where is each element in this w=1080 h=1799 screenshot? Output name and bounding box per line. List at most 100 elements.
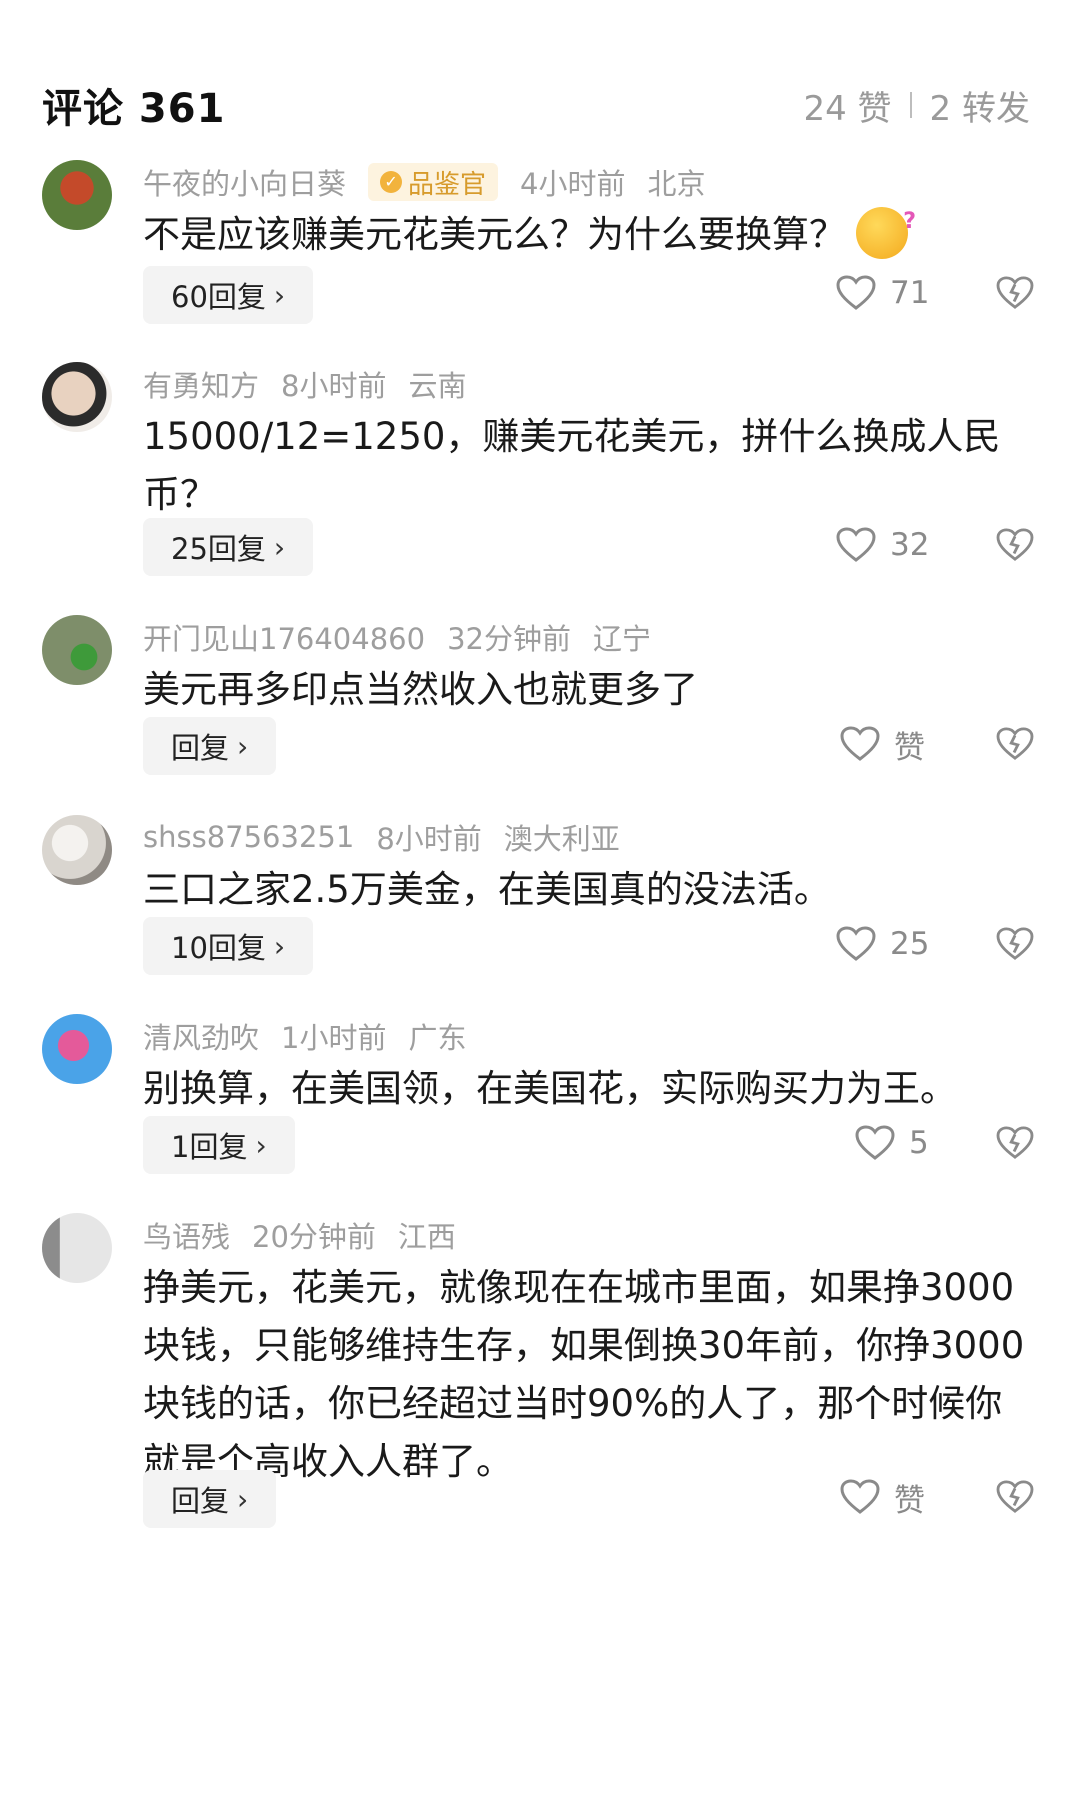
- badge-check-icon: ✓: [380, 171, 403, 193]
- likes-count[interactable]: 24 赞: [803, 81, 891, 130]
- view-replies-button[interactable]: 回复 ›: [143, 717, 277, 775]
- like-count: 25: [890, 926, 930, 962]
- heart-icon: [836, 527, 876, 562]
- comment-item: 鸟语残 20分钟前 江西 挣美元，花美元，就像现在在城市里面，如果挣3000块钱…: [0, 1213, 1080, 1753]
- comment-meta: shss87563251 8小时前 澳大利亚: [143, 817, 620, 857]
- heart-icon: [836, 926, 876, 961]
- chevron-right-icon: ›: [273, 278, 286, 312]
- comment-location: 辽宁: [592, 622, 651, 656]
- dislike-button[interactable]: [993, 1114, 1037, 1172]
- comment-location: 云南: [408, 369, 467, 403]
- comment-location: 江西: [397, 1220, 456, 1254]
- comments-title: 评论 361: [42, 86, 226, 132]
- reply-label: 60回复: [171, 280, 266, 314]
- broken-heart-icon: [996, 727, 1034, 760]
- reply-label: 25回复: [171, 532, 266, 566]
- username[interactable]: 午夜的小向日葵: [143, 161, 346, 203]
- like-button[interactable]: 赞: [840, 1468, 925, 1526]
- comment-location: 北京: [647, 167, 706, 201]
- comment-time: 32分钟前: [447, 622, 571, 656]
- like-button[interactable]: 赞: [840, 715, 925, 773]
- comment-text: 别换算，在美国领，在美国花，实际购买力为王。: [143, 1067, 957, 1110]
- reviewer-badge: ✓ 品鉴官: [368, 163, 499, 201]
- comment-item: 清风劲吹 1小时前 广东 别换算，在美国领，在美国花，实际购买力为王。 1回复 …: [0, 1014, 1080, 1184]
- comment-meta: 有勇知方 8小时前 云南: [143, 364, 466, 404]
- reply-label: 回复: [171, 731, 230, 765]
- chevron-right-icon: ›: [237, 729, 249, 763]
- dislike-button[interactable]: [993, 1468, 1037, 1526]
- dislike-button[interactable]: [993, 264, 1037, 322]
- like-count: 71: [890, 275, 930, 311]
- like-button[interactable]: 71: [836, 264, 929, 322]
- heart-icon: [855, 1125, 895, 1160]
- comment-item: shss87563251 8小时前 澳大利亚 三口之家2.5万美金，在美国真的没…: [0, 815, 1080, 985]
- dislike-button[interactable]: [993, 915, 1037, 973]
- like-count: 赞: [894, 729, 925, 766]
- view-replies-button[interactable]: 10回复 ›: [143, 917, 314, 975]
- chevron-right-icon: ›: [255, 1128, 267, 1162]
- avatar[interactable]: [42, 362, 112, 432]
- comment-location: 广东: [408, 1021, 467, 1055]
- badge-label: 品鉴官: [408, 169, 487, 200]
- comment-text: 美元再多印点当然收入也就更多了: [143, 668, 698, 711]
- comment-item: 开门见山176404860 32分钟前 辽宁 美元再多印点当然收入也就更多了 回…: [0, 615, 1080, 785]
- comment-text: 挣美元，花美元，就像现在在城市里面，如果挣3000块钱，只能够维持生存，如果倒换…: [143, 1266, 1025, 1483]
- avatar[interactable]: [42, 615, 112, 685]
- broken-heart-icon: [996, 927, 1034, 960]
- comment-text: 三口之家2.5万美金，在美国真的没法活。: [143, 868, 831, 911]
- avatar[interactable]: [42, 815, 112, 885]
- view-replies-button[interactable]: 60回复 ›: [143, 266, 314, 324]
- like-button[interactable]: 25: [836, 915, 929, 973]
- username[interactable]: 清风劲吹: [143, 1015, 259, 1057]
- reply-label: 回复: [171, 1484, 230, 1518]
- comment-text: 不是应该赚美元花美元么？为什么要换算？: [143, 193, 1032, 264]
- like-count: 5: [909, 1125, 929, 1161]
- broken-heart-icon: [996, 528, 1034, 561]
- username[interactable]: 开门见山176404860: [143, 616, 425, 658]
- comment-time: 20分钟前: [252, 1220, 376, 1254]
- stats-divider: [909, 92, 912, 118]
- confused-emoji-icon: [856, 193, 916, 259]
- comment-meta: 鸟语残 20分钟前 江西: [143, 1215, 456, 1255]
- comment-text-content: 不是应该赚美元花美元么？为什么要换算？: [143, 213, 846, 256]
- like-button[interactable]: 5: [855, 1114, 929, 1172]
- comment-time: 4小时前: [520, 167, 626, 201]
- like-count: 赞: [894, 1482, 925, 1519]
- comment-text: 15000/12=1250，赚美元花美元，拼什么换成人民币？: [143, 415, 1001, 516]
- shares-count[interactable]: 2 转发: [930, 81, 1030, 130]
- broken-heart-icon: [996, 1126, 1034, 1159]
- broken-heart-icon: [996, 1480, 1034, 1513]
- chevron-right-icon: ›: [273, 530, 286, 564]
- view-replies-button[interactable]: 回复 ›: [143, 1470, 277, 1528]
- broken-heart-icon: [996, 276, 1034, 309]
- comment-meta: 清风劲吹 1小时前 广东: [143, 1016, 466, 1056]
- comments-header: 评论 361 24 赞 2 转发: [42, 80, 1030, 132]
- avatar[interactable]: [42, 160, 112, 230]
- comment-meta: 开门见山176404860 32分钟前 辽宁: [143, 617, 651, 657]
- comment-meta: 午夜的小向日葵 ✓ 品鉴官 4小时前 北京: [143, 162, 706, 202]
- post-stats: 24 赞 2 转发: [803, 81, 1030, 130]
- avatar[interactable]: [42, 1213, 112, 1283]
- like-count: 32: [890, 527, 930, 563]
- dislike-button[interactable]: [993, 516, 1037, 574]
- comment-time: 8小时前: [376, 822, 482, 856]
- view-replies-button[interactable]: 25回复 ›: [143, 518, 314, 576]
- chevron-right-icon: ›: [237, 1482, 249, 1516]
- comment-location: 澳大利亚: [503, 822, 620, 856]
- avatar[interactable]: [42, 1014, 112, 1084]
- comment-item: 有勇知方 8小时前 云南 15000/12=1250，赚美元花美元，拼什么换成人…: [0, 362, 1080, 582]
- comment-time: 8小时前: [281, 369, 387, 403]
- view-replies-button[interactable]: 1回复 ›: [143, 1116, 295, 1174]
- username[interactable]: 有勇知方: [143, 363, 259, 405]
- username[interactable]: shss87563251: [143, 820, 354, 854]
- reply-label: 10回复: [171, 931, 266, 965]
- heart-icon: [836, 275, 876, 310]
- comment-item: 午夜的小向日葵 ✓ 品鉴官 4小时前 北京 不是应该赚美元花美元么？为什么要换算…: [0, 160, 1080, 330]
- username[interactable]: 鸟语残: [143, 1214, 230, 1256]
- heart-icon: [840, 1479, 880, 1514]
- like-button[interactable]: 32: [836, 516, 929, 574]
- chevron-right-icon: ›: [273, 929, 286, 963]
- dislike-button[interactable]: [993, 715, 1037, 773]
- heart-icon: [840, 726, 880, 761]
- comment-time: 1小时前: [281, 1021, 387, 1055]
